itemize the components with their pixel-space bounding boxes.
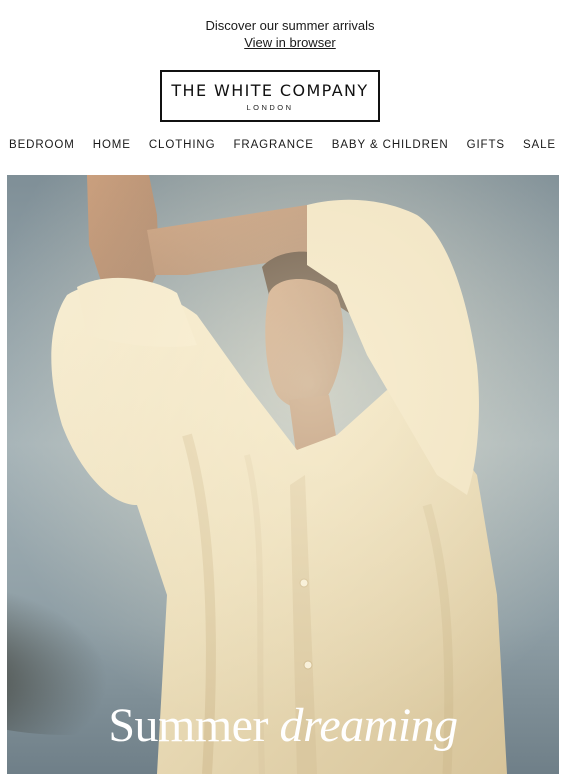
main-navigation: BEDROOM HOME CLOTHING FRAGRANCE BABY & C…: [9, 139, 556, 151]
nav-item-fragrance[interactable]: FRAGRANCE: [233, 139, 313, 151]
hero-image: [7, 175, 559, 774]
nav-item-sale[interactable]: SALE: [523, 139, 556, 151]
preheader-tagline: Discover our summer arrivals: [205, 18, 375, 33]
view-in-browser-link[interactable]: View in browser: [244, 35, 336, 51]
nav-item-clothing[interactable]: CLOTHING: [149, 139, 216, 151]
brand-logo[interactable]: THE WHITE COMPANY LONDON: [160, 70, 380, 122]
hero-headline: Summer dreaming: [7, 700, 559, 752]
nav-item-bedroom[interactable]: BEDROOM: [9, 139, 75, 151]
preheader: Discover our summer arrivals View in bro…: [0, 18, 580, 51]
headline-regular: Summer: [108, 699, 268, 752]
brand-location: LONDON: [246, 103, 294, 112]
brand-wordmark: THE WHITE COMPANY: [171, 81, 369, 100]
nav-item-home[interactable]: HOME: [93, 139, 131, 151]
nav-item-gifts[interactable]: GIFTS: [467, 139, 505, 151]
hero-banner[interactable]: Summer dreaming: [7, 175, 559, 774]
headline-italic: dreaming: [279, 699, 458, 752]
nav-item-baby-children[interactable]: BABY & CHILDREN: [332, 139, 449, 151]
sunlight-glow: [7, 175, 559, 774]
